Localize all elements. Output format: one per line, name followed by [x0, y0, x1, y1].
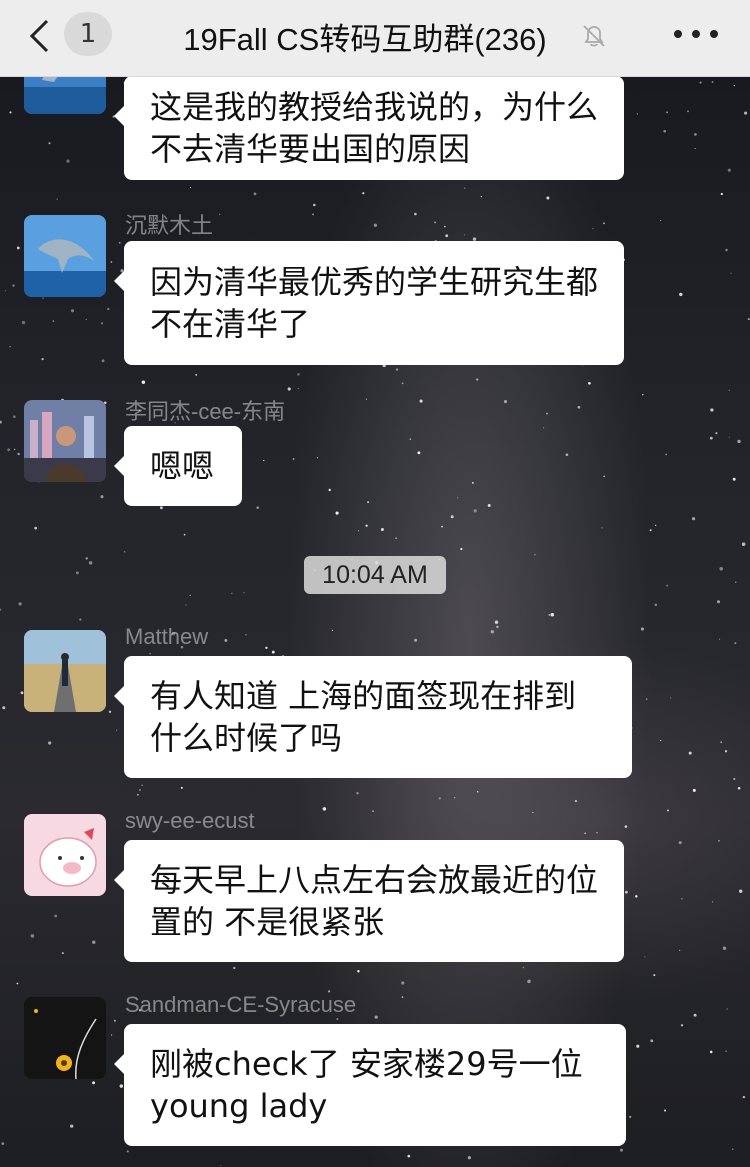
message-bubble[interactable]: 嗯嗯	[114, 426, 242, 506]
sender-name: 李同杰-cee-东南	[125, 399, 286, 424]
dolphin-avatar-icon	[24, 215, 106, 297]
unread-count-badge[interactable]: 1	[64, 12, 112, 56]
avatar[interactable]	[24, 997, 106, 1079]
more-options-button[interactable]	[674, 30, 718, 42]
man-city-avatar-icon	[24, 400, 106, 482]
message-text: 嗯嗯	[150, 447, 215, 485]
dot-icon	[674, 30, 682, 38]
message-bubble[interactable]: 有人知道 上海的面签现在排到什么时候了吗	[114, 656, 632, 778]
sunflower-avatar-icon	[24, 997, 106, 1079]
message-text: 刚被check了 安家楼29号一位young lady	[150, 1045, 583, 1125]
back-button[interactable]	[28, 18, 58, 58]
avatar[interactable]	[24, 630, 106, 712]
sender-name: swy-ee-ecust	[125, 808, 255, 833]
avatar[interactable]	[24, 215, 106, 297]
message-text: 因为清华最优秀的学生研究生都不在清华了	[150, 263, 599, 343]
timestamp: 10:04 AM	[304, 556, 446, 594]
message-bubble[interactable]: 刚被check了 安家楼29号一位young lady	[114, 1024, 626, 1146]
message-text: 有人知道 上海的面签现在排到什么时候了吗	[150, 677, 577, 757]
pig-avatar-icon	[24, 814, 106, 896]
avatar[interactable]	[24, 400, 106, 482]
chat-title: 19Fall CS转码互助群(236)	[183, 22, 547, 57]
message-text: 每天早上八点左右会放最近的位置的 不是很紧张	[150, 861, 599, 941]
sender-name: 沉默木土	[125, 213, 214, 238]
road-avatar-icon	[24, 630, 106, 712]
sender-name: Sandman-CE-Syracuse	[125, 992, 357, 1017]
mute-bell-icon	[583, 25, 605, 47]
message-text: 这是我的教授给我说的，为什么不去清华要出国的原因	[150, 88, 599, 168]
sender-name: Matthew	[125, 624, 209, 649]
chevron-left-icon	[29, 19, 49, 53]
avatar[interactable]	[24, 814, 106, 896]
message-bubble[interactable]: 每天早上八点左右会放最近的位置的 不是很紧张	[114, 840, 624, 962]
message-bubble[interactable]: 因为清华最优秀的学生研究生都不在清华了	[114, 241, 624, 365]
message-bubble[interactable]: 这是我的教授给我说的，为什么不去清华要出国的原因	[114, 76, 624, 180]
dot-icon	[692, 30, 700, 38]
dot-icon	[710, 30, 718, 38]
chat-header: 1 19Fall CS转码互助群(236)	[0, 0, 750, 77]
